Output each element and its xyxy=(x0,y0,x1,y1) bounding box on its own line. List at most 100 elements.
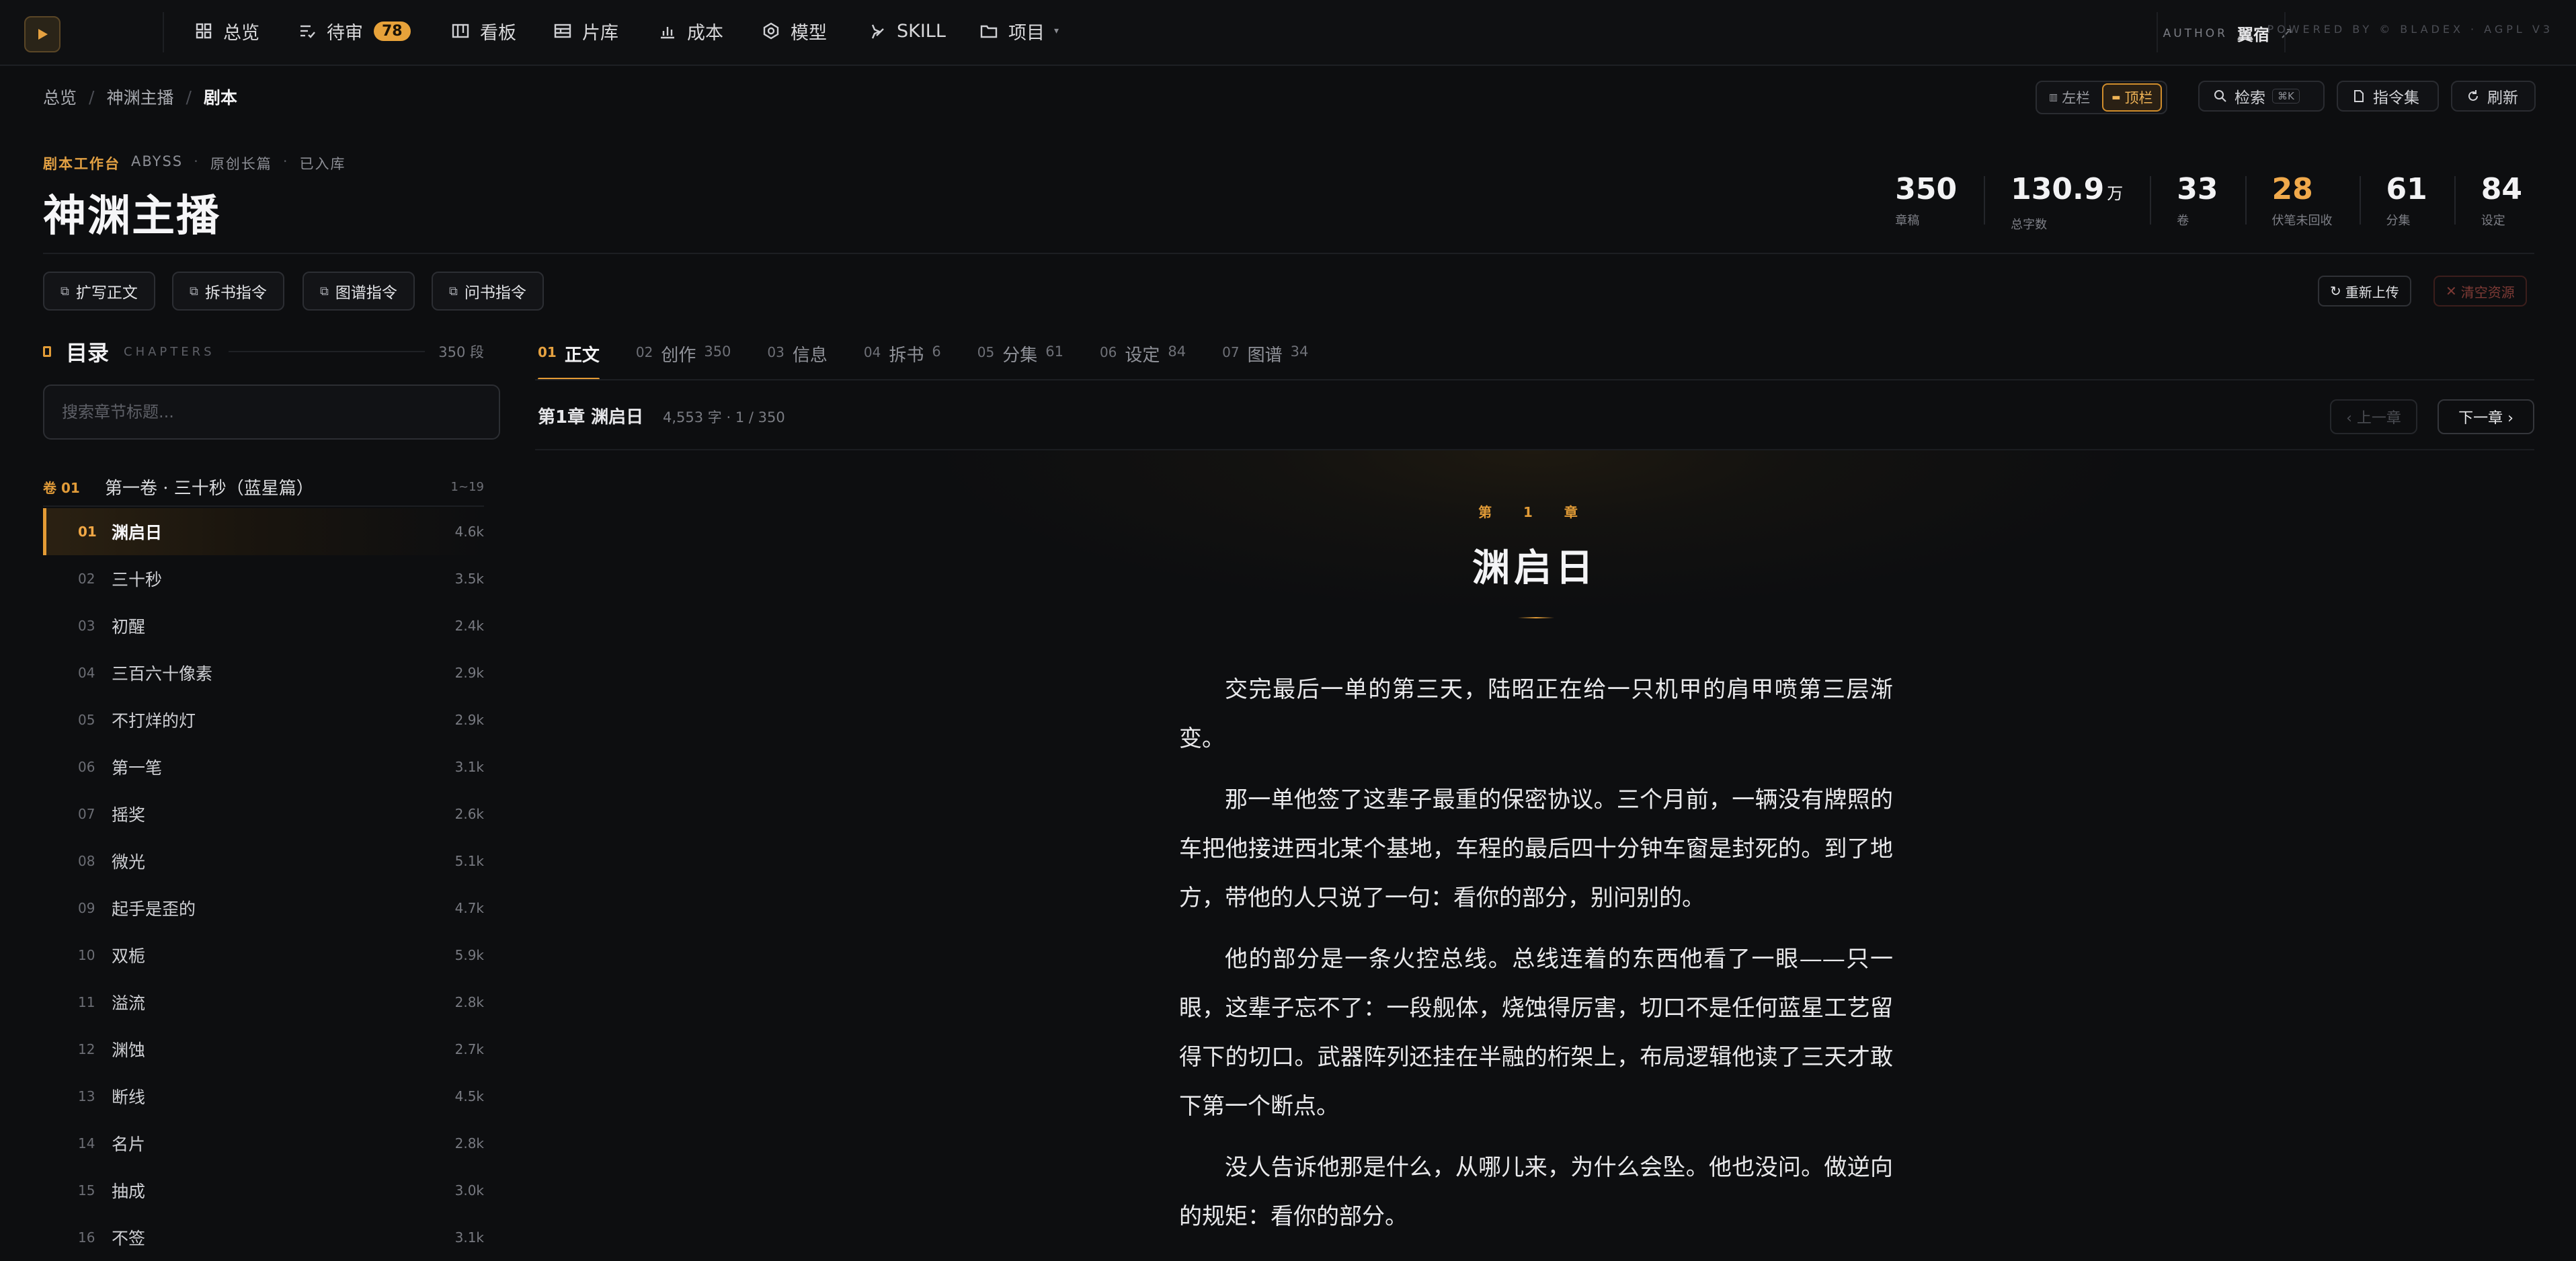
copy-icon: ⧉ xyxy=(190,284,198,298)
volume-range: 1~19 xyxy=(450,479,484,494)
bookmark-icon xyxy=(43,346,51,357)
hexagon-icon xyxy=(761,21,781,41)
refresh-icon: ↻ xyxy=(2330,283,2341,299)
refresh-icon xyxy=(2468,90,2478,101)
film-icon xyxy=(553,21,573,41)
next-chapter-button[interactable]: 下一章 › xyxy=(2438,399,2534,434)
chapter-item[interactable]: 15 抽成 3.0k xyxy=(43,1167,484,1214)
tab-graph[interactable]: 07 图谱 34 xyxy=(1222,335,1308,379)
author-label: AUTHOR xyxy=(2163,26,2228,40)
refresh-button[interactable]: 刷新 xyxy=(2451,81,2536,112)
volume-title: 第一卷 · 三十秒（蓝星篇） xyxy=(105,478,314,499)
tab-episodes[interactable]: 05 分集 61 xyxy=(977,335,1063,379)
search-button[interactable]: 检索 ⌘K xyxy=(2198,81,2325,112)
volume-header[interactable]: 卷 01 第一卷 · 三十秒（蓝星篇） 1~19 xyxy=(43,468,484,507)
chapter-item[interactable]: 06 第一笔 3.1k xyxy=(43,743,484,790)
top-navigation-bar: 总览 待审 78 看板 片库 成本 模型 SKILL 项目 ▾ AUTHOR 翼… xyxy=(0,0,2576,66)
nav-label: 成本 xyxy=(687,22,723,44)
shortcut-hint: ⌘K xyxy=(2272,89,2300,104)
nav-label: 待审 xyxy=(327,22,363,44)
reupload-button[interactable]: ↻ 重新上传 xyxy=(2318,276,2411,307)
stat-open-foreshadowing: 28 伏笔未回收 xyxy=(2245,172,2360,233)
previous-chapter-button[interactable]: ‹ 上一章 xyxy=(2330,399,2417,434)
nav-item-projects[interactable]: 项目 ▾ xyxy=(979,0,1059,62)
nav-item-skill[interactable]: SKILL xyxy=(867,0,946,62)
header-kicker: 剧本工作台 ABYSS · 原创长篇 · 已入库 xyxy=(43,153,346,172)
tab-settings[interactable]: 06 设定 84 xyxy=(1100,335,1186,379)
review-count-badge: 78 xyxy=(374,21,411,41)
nav-label: 总览 xyxy=(223,22,259,44)
chapter-item[interactable]: 11 溢流 2.8k xyxy=(43,979,484,1026)
split-command-button[interactable]: ⧉ 拆书指令 xyxy=(172,272,284,311)
nav-label: 片库 xyxy=(582,22,618,44)
tab-info[interactable]: 03 信息 xyxy=(767,335,827,379)
project-status: 已入库 xyxy=(299,156,346,172)
play-logo-button[interactable] xyxy=(24,16,61,52)
stat-chapters: 350 章稿 xyxy=(1895,172,1958,228)
nav-item-models[interactable]: 模型 xyxy=(761,0,827,62)
tab-split[interactable]: 04 拆书 6 xyxy=(864,335,941,379)
chapter-item[interactable]: 04 三百六十像素 2.9k xyxy=(43,649,484,696)
chapter-item[interactable]: 03 初醒 2.4k xyxy=(43,602,484,649)
document-icon xyxy=(2354,90,2364,102)
chapter-item[interactable]: 14 名片 2.8k xyxy=(43,1120,484,1167)
nav-item-review[interactable]: 待审 78 xyxy=(297,0,411,62)
page-title: 神渊主播 xyxy=(43,191,220,241)
paragraph: 交完最后一单的第三天，陆昭正在给一只机甲的肩甲喷第三层渐变。 xyxy=(1179,676,1893,752)
breadcrumb-project[interactable]: 神渊主播 xyxy=(106,85,173,109)
tab-create[interactable]: 02 创作 350 xyxy=(636,335,731,379)
close-icon: ✕ xyxy=(2446,283,2457,299)
layout-left-option[interactable]: ▥ 左栏 xyxy=(2041,85,2098,110)
project-code: ABYSS xyxy=(131,153,184,169)
chapter-item[interactable]: 01 渊启日 4.6k xyxy=(43,508,484,555)
nav-label: 模型 xyxy=(791,22,827,44)
chapter-item[interactable]: 16 不签 3.1k xyxy=(43,1214,484,1261)
bar-chart-icon xyxy=(657,21,678,41)
chapter-item[interactable]: 07 摇奖 2.6k xyxy=(43,790,484,838)
graph-command-button[interactable]: ⧉ 图谱指令 xyxy=(303,272,415,311)
toc-header: 目录 CHAPTERS 350 段 xyxy=(43,336,484,367)
chapter-item[interactable]: 13 断线 4.5k xyxy=(43,1073,484,1120)
copy-icon: ⧉ xyxy=(61,284,69,298)
chapter-item[interactable]: 10 双栀 5.9k xyxy=(43,932,484,979)
nav-item-cost[interactable]: 成本 xyxy=(657,0,723,62)
divider xyxy=(163,12,164,52)
clear-resources-button[interactable]: ✕ 清空资源 xyxy=(2433,276,2527,307)
breadcrumb-overview[interactable]: 总览 xyxy=(43,85,77,109)
copy-icon: ⧉ xyxy=(320,284,329,298)
ask-command-button[interactable]: ⧉ 问书指令 xyxy=(432,272,544,311)
chevron-down-icon: ▾ xyxy=(1054,26,1059,36)
chapter-meta: 4,553 字 · 1 / 350 xyxy=(663,409,785,425)
toc-subtitle: CHAPTERS xyxy=(124,344,215,359)
chapter-item[interactable]: 12 渊蚀 2.7k xyxy=(43,1026,484,1073)
author-name: 翼宿 xyxy=(2237,26,2269,44)
sparkle-icon xyxy=(867,21,887,41)
stats-panel: 350 章稿 130.9 万总字数 33 卷 28 伏笔未回收 61 分集 84 设定 xyxy=(1868,172,2549,233)
stat-word-count: 130.9 万总字数 xyxy=(1984,172,2150,233)
nav-item-board[interactable]: 看板 xyxy=(450,0,516,62)
expand-text-button[interactable]: ⧉ 扩写正文 xyxy=(43,272,155,311)
paragraph: 他的部分是一条火控总线。总线连着的东西他看了一眼——只一眼，这辈子忘不了：一段舰… xyxy=(1179,946,1893,1120)
chapter-body: 交完最后一单的第三天，陆昭正在给一只机甲的肩甲喷第三层渐变。 那一单他签了这辈子… xyxy=(1179,665,1893,1254)
chapter-item[interactable]: 02 三十秒 3.5k xyxy=(43,555,484,602)
list-check-icon xyxy=(297,21,317,41)
sidebar-icon: ▥ xyxy=(2049,92,2058,103)
tab-body-text[interactable]: 01 正文 xyxy=(538,335,600,380)
stat-settings: 84 设定 xyxy=(2454,172,2549,233)
play-icon xyxy=(38,29,48,40)
chapter-item[interactable]: 08 微光 5.1k xyxy=(43,838,484,885)
breadcrumb: 总览 / 神渊主播 / 剧本 xyxy=(43,85,237,109)
commands-button[interactable]: 指令集 xyxy=(2337,81,2439,112)
divider xyxy=(2157,12,2158,52)
workspace-label: 剧本工作台 xyxy=(43,156,120,172)
powered-by-text: POWERED BY © BLADEX · AGPL V3 xyxy=(2267,23,2553,36)
layout-top-option[interactable]: ▬ 顶栏 xyxy=(2102,83,2163,112)
nav-item-overview[interactable]: 总览 xyxy=(194,0,259,62)
nav-item-library[interactable]: 片库 xyxy=(553,0,618,62)
content-tabs: 01 正文 02 创作 350 03 信息 04 拆书 6 05 分集 61 06 设定 84 07… xyxy=(538,335,1308,380)
chapter-search-input[interactable] xyxy=(43,384,500,440)
chapter-item[interactable]: 05 不打烊的灯 2.9k xyxy=(43,696,484,743)
folder-icon xyxy=(979,21,999,41)
nav-label: 项目 xyxy=(1008,22,1045,44)
chapter-item[interactable]: 09 起手是歪的 4.7k xyxy=(43,885,484,932)
